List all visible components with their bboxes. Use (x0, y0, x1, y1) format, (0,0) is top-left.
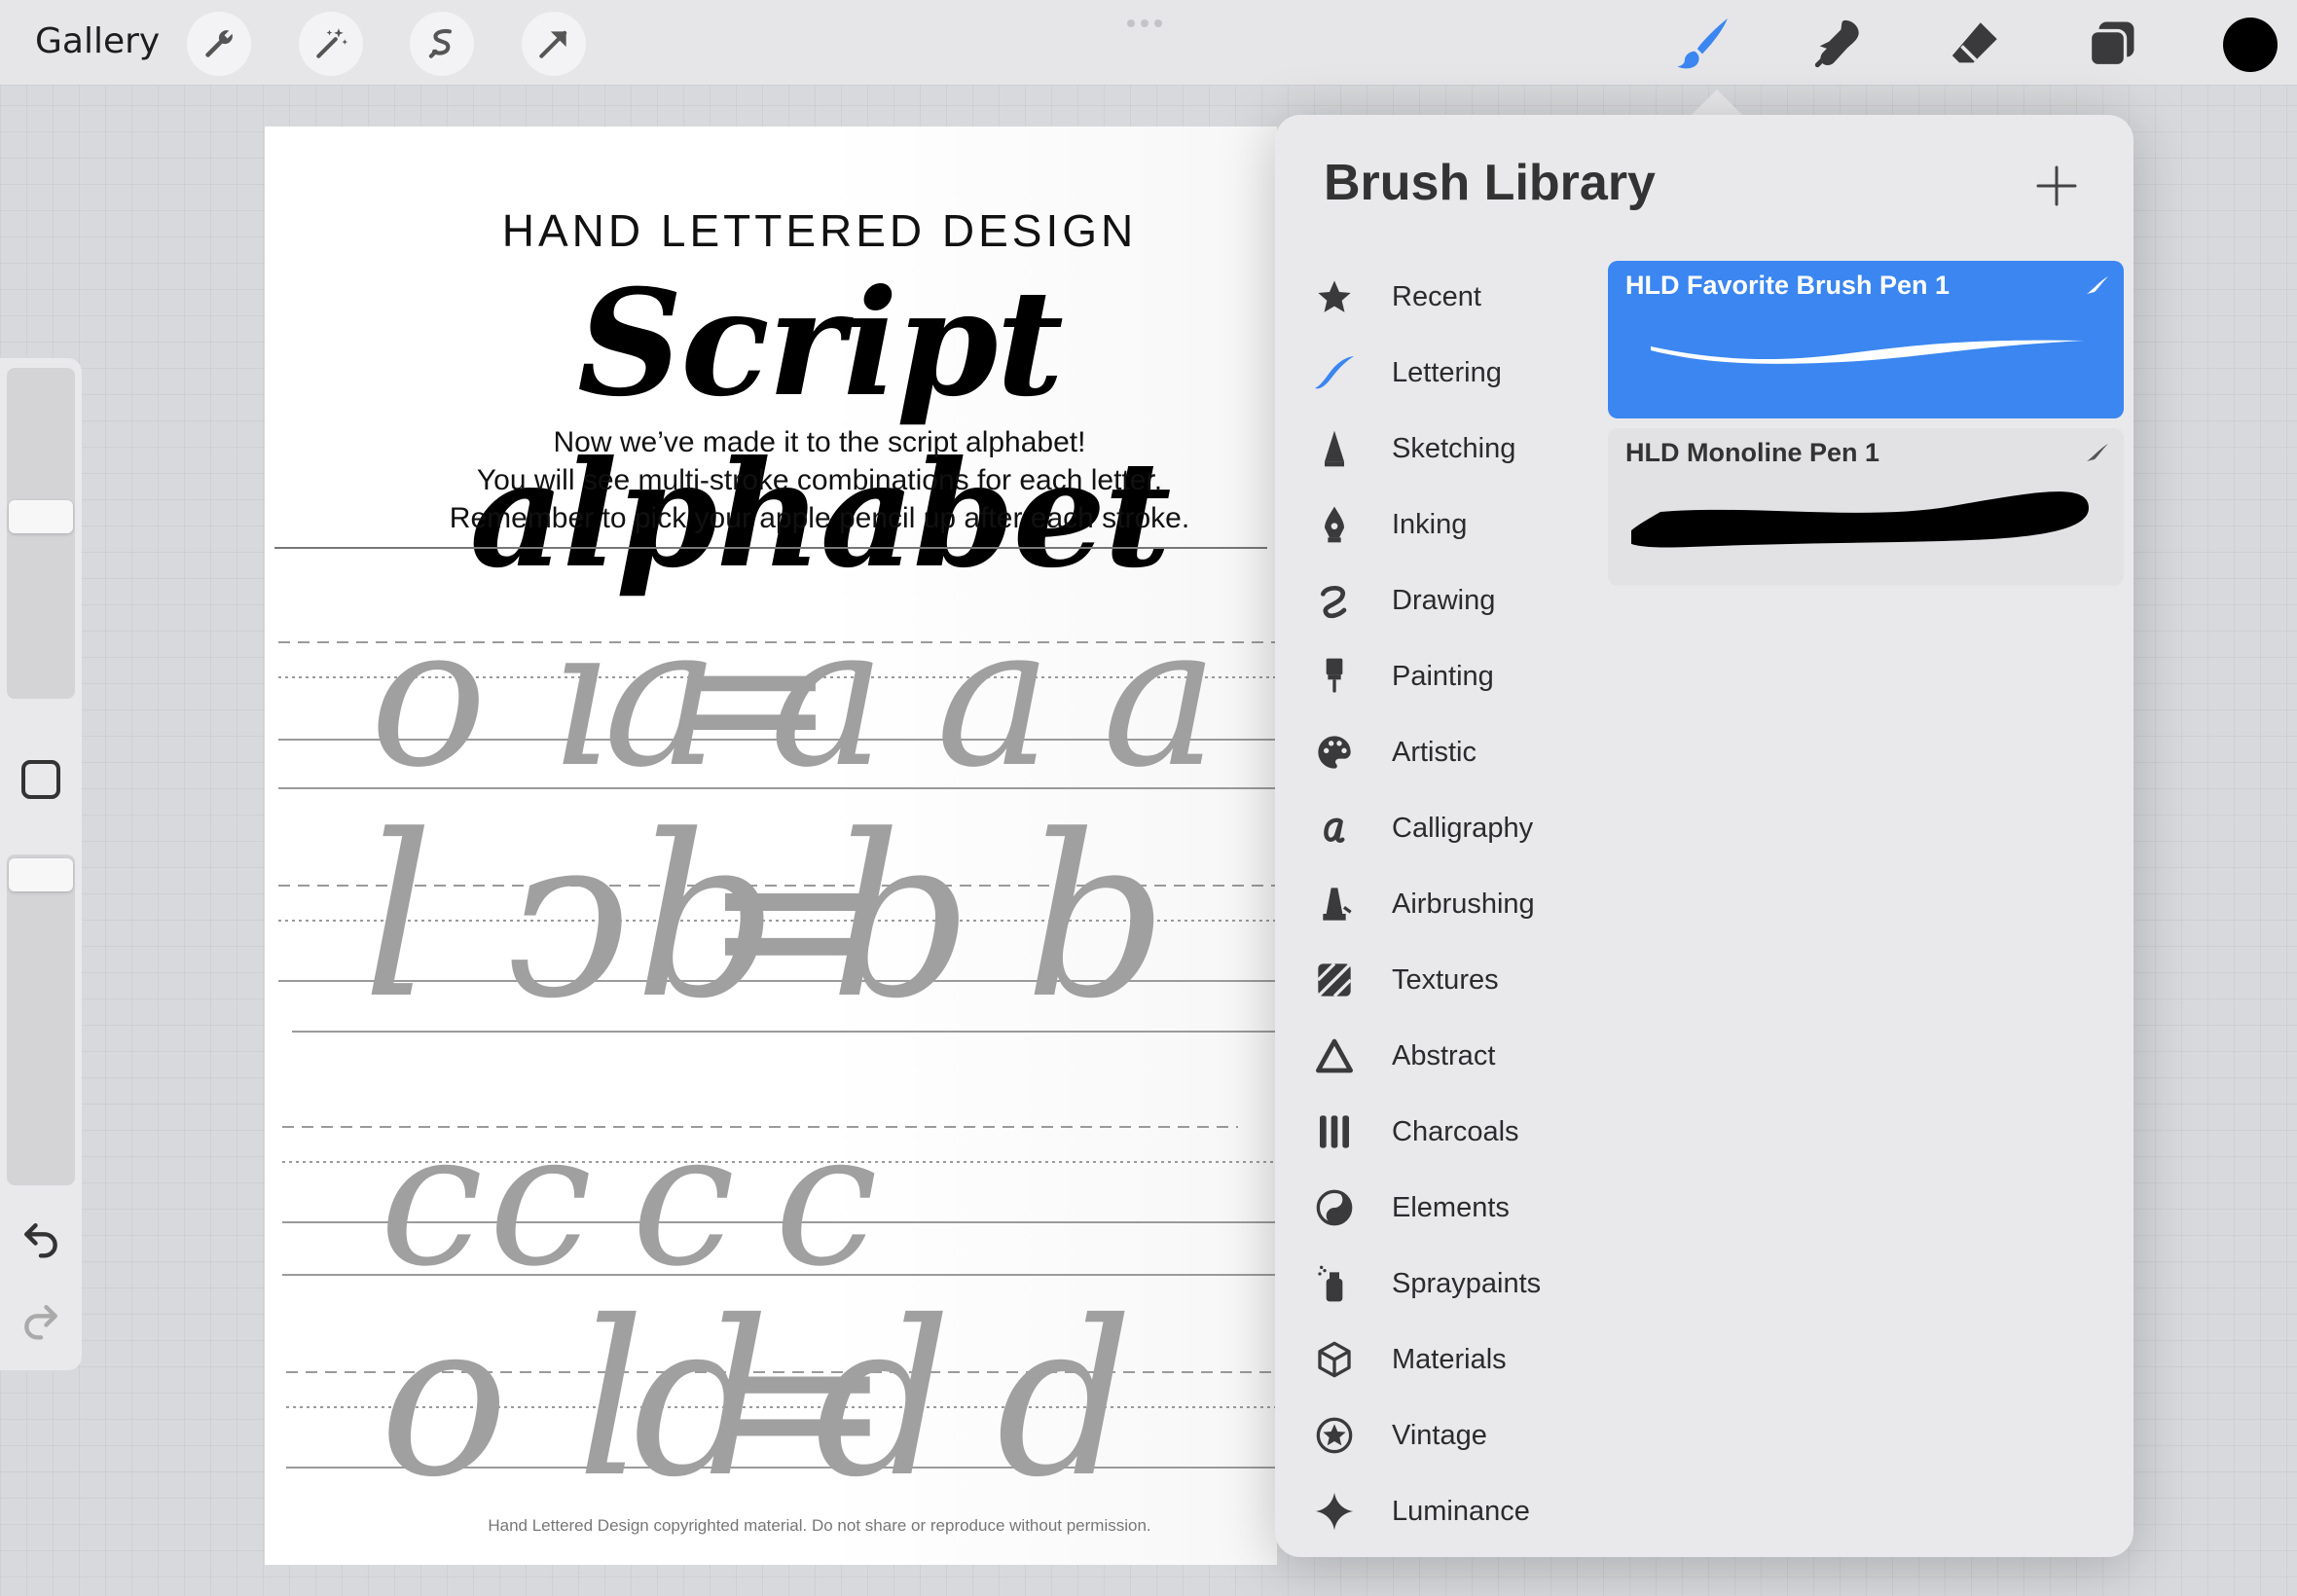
category-label: Vintage (1392, 1419, 1487, 1451)
pencil-tip-icon (1312, 426, 1357, 471)
category-charcoals[interactable]: Charcoals (1275, 1098, 1567, 1166)
redo-icon[interactable] (19, 1298, 62, 1341)
opacity-slider-thumb[interactable] (9, 858, 73, 891)
left-sidebar (0, 358, 82, 1370)
brush-source-icon (2085, 442, 2110, 463)
texture-icon (1312, 958, 1357, 1002)
squiggle-icon (1312, 578, 1357, 623)
category-painting[interactable]: Painting (1275, 642, 1567, 710)
eraser-icon[interactable] (1946, 14, 2006, 74)
gallery-button[interactable]: Gallery (35, 21, 160, 61)
category-abstract[interactable]: Abstract (1275, 1022, 1567, 1090)
category-label: Spraypaints (1392, 1267, 1542, 1299)
brush-item-hld-favorite-brush-pen[interactable]: HLD Favorite Brush Pen 1 (1608, 261, 2124, 418)
magic-wand-icon[interactable] (299, 12, 363, 76)
category-calligraphy[interactable]: Calligraphy (1275, 794, 1567, 862)
category-label: Sketching (1392, 432, 1516, 464)
brush-item-hld-monoline-pen[interactable]: HLD Monoline Pen 1 (1608, 428, 2124, 586)
color-picker-button[interactable] (2223, 18, 2278, 72)
undo-icon[interactable] (19, 1216, 62, 1259)
canvas-worksheet[interactable]: HAND LETTERED DESIGN Script alphabet Now… (265, 127, 1277, 1565)
paint-brush-icon (1312, 654, 1357, 699)
triangle-icon (1312, 1034, 1357, 1078)
category-label: Recent (1392, 280, 1481, 312)
opacity-slider[interactable] (7, 854, 75, 1185)
brush-name: HLD Favorite Brush Pen 1 (1625, 271, 1951, 300)
smudge-icon[interactable] (1808, 14, 1869, 74)
category-airbrushing[interactable]: Airbrushing (1275, 870, 1567, 938)
category-recent[interactable]: Recent (1275, 263, 1567, 331)
category-elements[interactable]: Elements (1275, 1174, 1567, 1242)
category-textures[interactable]: Textures (1275, 946, 1567, 1014)
category-lettering[interactable]: Lettering (1275, 339, 1567, 407)
category-inking[interactable]: Inking (1275, 490, 1567, 559)
category-label: Charcoals (1392, 1115, 1519, 1147)
modify-button[interactable] (21, 760, 60, 799)
category-sketching[interactable]: Sketching (1275, 415, 1567, 483)
brush-library-panel: Brush Library Recent Lettering Sketching… (1275, 115, 2133, 1557)
category-label: Calligraphy (1392, 812, 1534, 844)
wrench-icon[interactable] (187, 12, 251, 76)
charcoal-icon (1312, 1109, 1357, 1154)
calligraphy-a-icon (1312, 806, 1357, 851)
category-luminance[interactable]: Luminance (1275, 1477, 1567, 1545)
transform-arrow-icon[interactable] (522, 12, 586, 76)
brush-size-slider[interactable] (7, 368, 75, 699)
brush-stroke-preview (1651, 340, 2085, 364)
cube-icon (1312, 1337, 1357, 1382)
category-drawing[interactable]: Drawing (1275, 566, 1567, 635)
popover-pointer (1690, 90, 1744, 117)
brush-library-title: Brush Library (1324, 155, 1656, 211)
practice-row-a-letters: a a a a (603, 584, 1219, 811)
category-label: Materials (1392, 1343, 1507, 1375)
practice-row-d-letters: d d d (633, 1275, 1133, 1524)
category-label: Inking (1392, 508, 1468, 540)
vintage-star-icon (1312, 1413, 1357, 1458)
category-vintage[interactable]: Vintage (1275, 1401, 1567, 1469)
plus-icon[interactable] (2034, 163, 2079, 208)
category-label: Artistic (1392, 736, 1477, 768)
star-icon (1312, 274, 1357, 319)
category-label: Painting (1392, 660, 1494, 692)
worksheet-footer: Hand Lettered Design copyrighted materia… (488, 1516, 1151, 1535)
practice-row-b-letters: b b b (635, 788, 1168, 1048)
category-materials[interactable]: Materials (1275, 1325, 1567, 1394)
grabber-handle[interactable] (1127, 19, 1162, 27)
category-label: Abstract (1392, 1039, 1496, 1071)
category-artistic[interactable]: Artistic (1275, 718, 1567, 786)
category-label: Airbrushing (1392, 888, 1535, 920)
brush-source-icon (2085, 274, 2110, 296)
brush-size-slider-thumb[interactable] (9, 500, 73, 533)
category-label: Lettering (1392, 356, 1502, 388)
category-label: Luminance (1392, 1495, 1530, 1527)
pen-nib-icon (1312, 502, 1357, 547)
spray-can-icon (1312, 1261, 1357, 1306)
lettering-stroke-icon (1312, 350, 1357, 395)
brush-icon[interactable] (1672, 14, 1732, 74)
category-label: Textures (1392, 963, 1499, 996)
sparkle-icon (1312, 1489, 1357, 1534)
category-label: Elements (1392, 1191, 1510, 1223)
airbrush-icon (1312, 882, 1357, 926)
layers-icon[interactable] (2082, 14, 2142, 74)
brush-stroke-preview (1631, 491, 2089, 548)
category-spraypaints[interactable]: Spraypaints (1275, 1250, 1567, 1318)
category-label: Drawing (1392, 584, 1496, 616)
yin-yang-icon (1312, 1185, 1357, 1230)
palette-icon (1312, 730, 1357, 775)
top-toolbar: Gallery (0, 0, 2297, 86)
selection-icon[interactable] (410, 12, 474, 76)
